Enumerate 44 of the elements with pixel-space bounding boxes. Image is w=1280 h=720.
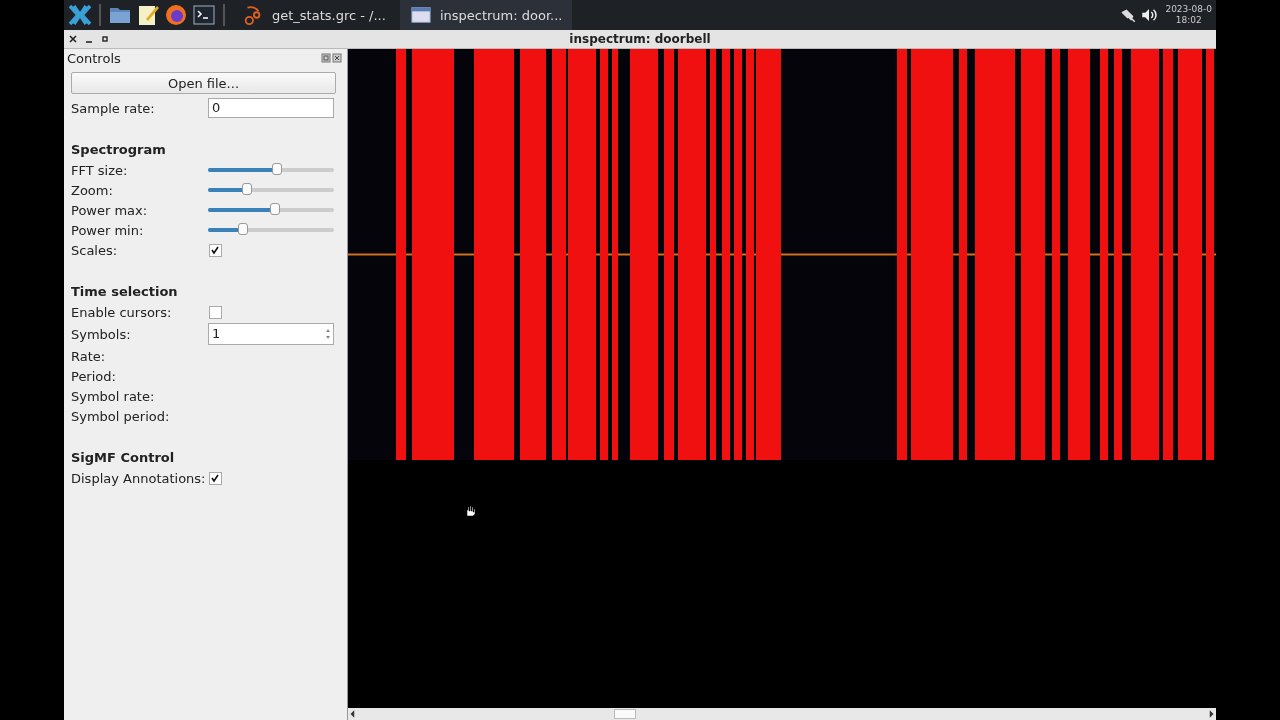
slider-thumb[interactable] [242,183,253,195]
symbols-spinbox[interactable]: 1 [208,323,334,345]
field-label: Symbol rate: [71,388,156,404]
field-label: Rate: [71,348,107,364]
section-heading: Spectrogram [71,141,167,159]
notepad-icon[interactable] [136,3,160,27]
checkbox[interactable] [209,305,222,319]
clock-time: 18:02 [1175,15,1202,26]
field-label: Period: [71,368,117,384]
float-icon[interactable] [321,53,331,63]
section-heading: Time selection [71,283,179,301]
hand-cursor-icon [464,505,476,517]
sample-rate-field[interactable]: 0 [208,98,334,118]
close-icon[interactable] [332,53,342,63]
field-label: FFT size: [71,162,129,178]
terminal-icon[interactable] [192,3,216,27]
panel-title: Controls [67,50,121,66]
field-label: Sample rate: [71,100,156,116]
field-label: Zoom: [71,182,114,198]
taskbar-button[interactable]: inspectrum: door... [399,0,573,30]
slider-thumb[interactable] [238,223,249,235]
checkbox[interactable] [209,471,222,485]
open-file-button[interactable]: Open file... [71,72,336,94]
slider-thumb[interactable] [272,163,283,175]
window-icon [409,4,432,26]
section-heading: SigMF Control [71,449,176,467]
close-icon[interactable] [68,34,78,44]
field-label: Symbol period: [71,408,171,424]
checkbox[interactable] [209,243,222,257]
field-label: Display Annotations: [71,470,207,486]
scrollbar-thumb[interactable] [614,709,636,719]
field-label: Scales: [71,242,119,258]
clock-date: 2023-08-0 [1165,4,1212,15]
field-label: Enable cursors: [71,304,173,320]
slider-thumb[interactable] [269,203,280,215]
field-label: Power min: [71,222,145,238]
taskbar-button[interactable]: get_stats.grc - /... [232,0,396,30]
browser-icon[interactable] [164,3,188,27]
maximize-icon[interactable] [100,34,110,44]
field-label: Power max: [71,202,149,218]
field-label: Symbols: [71,326,132,342]
window-title: inspectrum: doorbell [569,32,711,46]
x-logo-icon[interactable] [68,3,92,27]
horizontal-scrollbar[interactable] [348,708,1216,720]
